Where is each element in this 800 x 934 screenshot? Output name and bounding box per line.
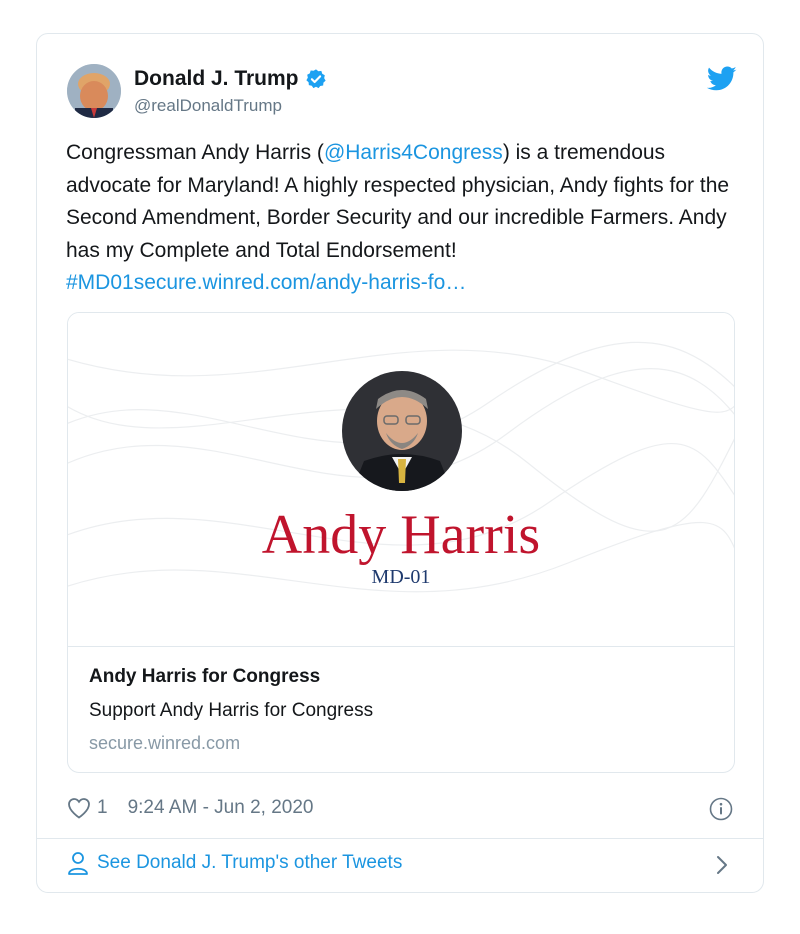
person-icon [68,852,88,875]
mention-link[interactable]: @Harris4Congress [324,141,503,164]
verified-badge-icon [305,69,326,89]
card-domain: secure.winred.com [89,733,241,753]
candidate-photo [342,371,462,491]
card-headline: Andy Harris [261,504,541,566]
tweet-text: Congressman Andy Harris (@Harris4Congres… [66,137,746,300]
hashtag-url-link[interactable]: #MD01secure.winred.com/andy-harris-fo… [66,271,466,294]
twitter-bird-icon[interactable] [707,66,737,92]
info-icon[interactable] [709,797,733,821]
tweet-timestamp[interactable]: 9:24 AM - Jun 2, 2020 [128,797,314,819]
embedded-tweet: Donald J. Trump @realDonaldTrump Congres… [36,33,764,893]
link-preview-card[interactable]: Andy Harris MD-01 Andy Harris for Congre… [67,312,735,773]
card-description: Support Andy Harris for Congress [89,700,374,721]
tweet-meta: 1 9:24 AM - Jun 2, 2020 [67,797,313,819]
author-handle[interactable]: @realDonaldTrump [134,96,282,116]
author-name-text: Donald J. Trump [134,67,299,90]
card-title[interactable]: Andy Harris for Congress [89,666,320,688]
footer-divider [37,838,763,839]
card-image[interactable]: Andy Harris MD-01 [68,313,734,647]
tweet-text-part1: Congressman Andy Harris ( [66,141,324,164]
card-subheadline: MD-01 [371,566,431,588]
chevron-right-icon[interactable] [715,854,729,876]
author-avatar[interactable] [67,64,121,118]
other-tweets-link[interactable]: See Donald J. Trump's other Tweets [67,851,402,875]
author-name[interactable]: Donald J. Trump [134,67,327,91]
like-count[interactable]: 1 [97,797,108,819]
heart-icon[interactable] [67,797,91,819]
other-tweets-label: See Donald J. Trump's other Tweets [97,852,403,873]
